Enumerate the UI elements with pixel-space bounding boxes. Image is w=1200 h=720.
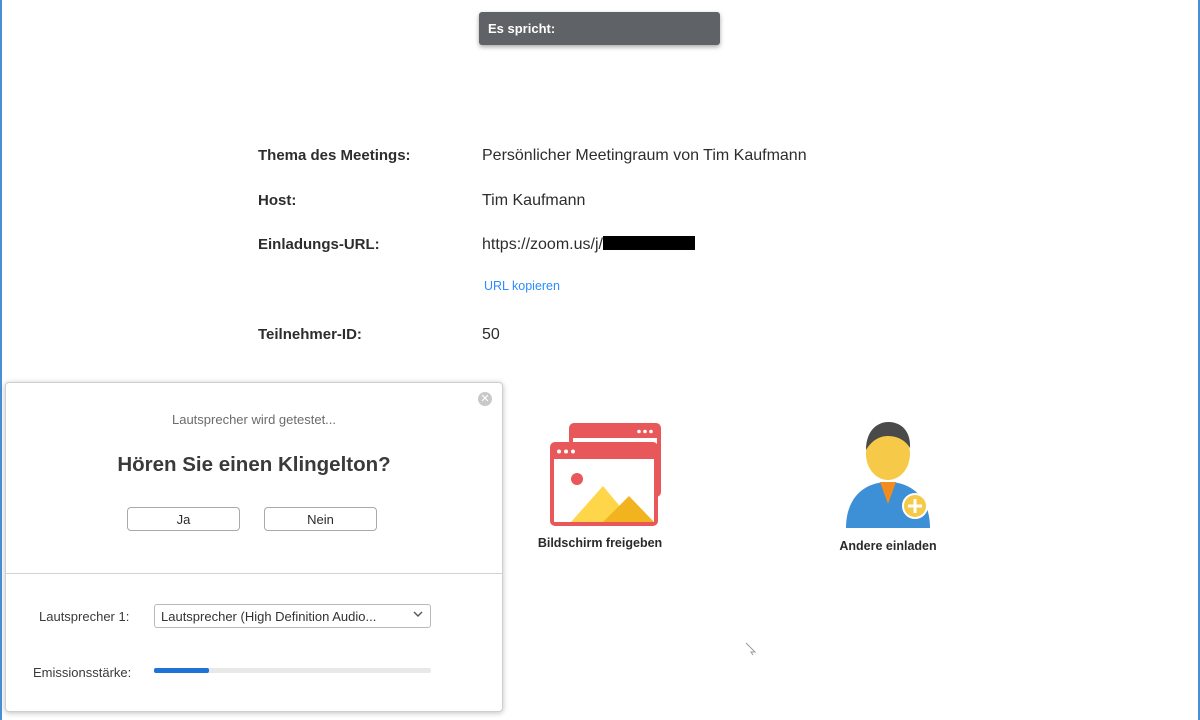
meeting-topic-label: Thema des Meetings:: [258, 147, 411, 164]
output-level-fill: [154, 668, 210, 673]
speaker-select[interactable]: Lautsprecher (High Definition Audio...: [154, 604, 431, 628]
no-button[interactable]: Nein: [264, 507, 377, 531]
speaker-select-label: Lautsprecher 1:: [39, 609, 130, 624]
host-value: Tim Kaufmann: [482, 192, 586, 209]
host-label: Host:: [258, 192, 297, 209]
speaker-select-value: Lautsprecher (High Definition Audio...: [161, 608, 377, 624]
invite-url-text: https://zoom.us/j/: [482, 236, 603, 253]
dialog-divider: [6, 573, 502, 574]
output-level-meter: [154, 668, 431, 673]
active-speaker-label: Es spricht:: [488, 21, 556, 36]
invite-others-button[interactable]: Andere einladen: [823, 420, 953, 553]
ringtone-question: Hören Sie einen Klingelton?: [117, 453, 391, 476]
active-speaker-banner: Es spricht:: [479, 12, 720, 45]
window-border-left: [0, 0, 2, 720]
meeting-topic-value: Persönlicher Meetingraum von Tim Kaufman…: [482, 147, 807, 164]
share-screen-icon: [550, 423, 661, 526]
invite-url-value[interactable]: https://zoom.us/j/: [482, 236, 695, 254]
yes-button[interactable]: Ja: [127, 507, 240, 531]
chevron-down-icon: [413, 609, 423, 622]
mouse-cursor-icon: [745, 642, 757, 656]
invite-others-label: Andere einladen: [839, 539, 937, 553]
invite-url-label: Einladungs-URL:: [258, 236, 380, 253]
participant-id-label: Teilnehmer-ID:: [258, 326, 362, 343]
redaction-bar: [602, 236, 695, 250]
speaker-test-dialog: ✕ Lautsprecher wird getestet... Hören Si…: [5, 382, 503, 712]
copy-url-link[interactable]: URL kopieren: [484, 279, 560, 293]
share-screen-button[interactable]: Bildschirm freigeben: [527, 423, 673, 550]
invite-user-icon: [846, 422, 930, 528]
participant-id-value: 50: [482, 326, 500, 343]
close-icon[interactable]: ✕: [478, 392, 492, 406]
output-level-label: Emissionsstärke:: [33, 665, 132, 680]
share-screen-label: Bildschirm freigeben: [537, 536, 663, 550]
speaker-test-status: Lautsprecher wird getestet...: [171, 412, 337, 427]
